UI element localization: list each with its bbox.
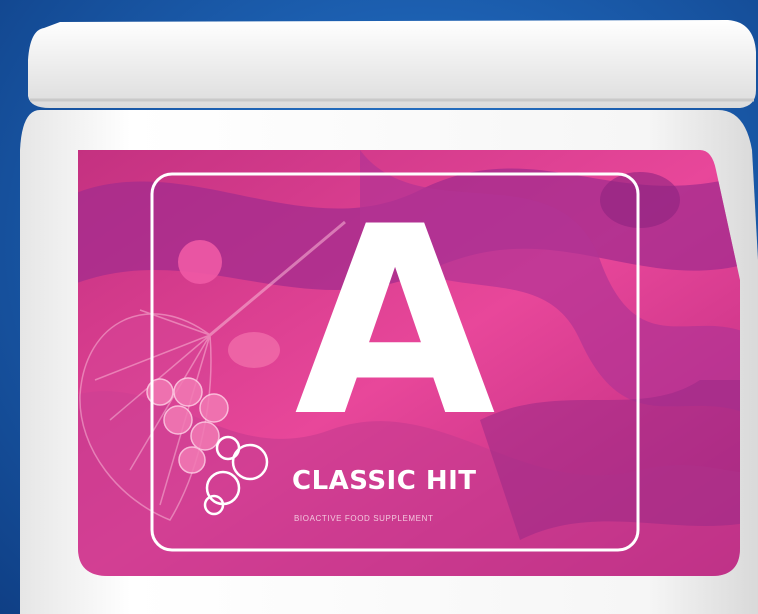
product-subtitle: BIOACTIVE FOOD SUPPLEMENT	[294, 514, 434, 523]
jar-lid	[28, 20, 756, 108]
product-photo: A CLASSIC HIT BIOACTIVE FOOD SUPPLEMENT	[0, 0, 758, 614]
product-letter: A	[294, 172, 496, 474]
product-name: CLASSIC HIT	[292, 466, 477, 496]
